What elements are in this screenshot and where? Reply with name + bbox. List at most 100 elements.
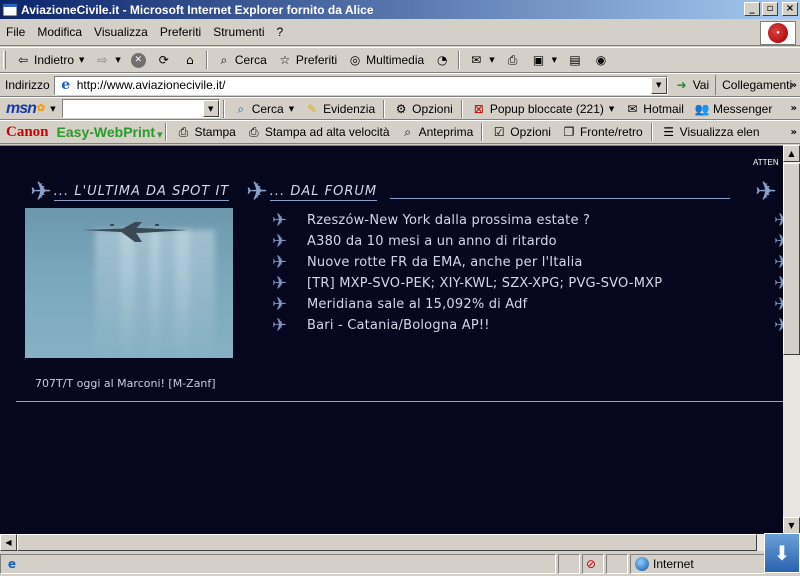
chevron-down-icon[interactable]: ▼ [115,56,120,64]
chevron-more-icon[interactable]: » [791,127,797,138]
highlighter-icon: ✎ [307,101,318,116]
next-column-bullets: ✈ ✈ ✈ ✈ ✈ ✈ [774,210,783,336]
forward-button[interactable]: ⇨ ▼ [89,49,125,71]
menu-modifica[interactable]: Modifica [31,25,88,39]
forum-topic-link[interactable]: A380 da 10 mesi a un anno di ritardo [307,234,557,249]
chevron-more-icon[interactable]: » [791,103,797,114]
chevron-down-icon[interactable]: ▼ [289,105,294,113]
chevron-down-icon[interactable]: ▼ [552,56,557,64]
chevron-down-icon[interactable]: ▼ [489,56,494,64]
refresh-button[interactable]: ⟳ [151,49,177,71]
scroll-left-button[interactable]: ◀ [0,534,17,551]
forum-section-title: ... Dal Forum [269,183,378,201]
edit-button[interactable]: ▣ ▼ [526,49,562,71]
title-bar[interactable]: AviazioneCivile.it - Microsoft Internet … [0,0,800,19]
messenger-label: Messenger [712,101,773,116]
address-input[interactable]: e http://www.aviazionecivile.it/ ▼ [53,75,668,95]
easy-webprint-menu[interactable]: Easy-WebPrint ▼ [57,124,163,140]
chevron-down-icon[interactable]: ▼ [79,56,84,64]
maximize-button[interactable]: ▫ [762,2,778,16]
toolbar-separator [458,51,461,69]
chevron-down-icon[interactable]: ▼ [50,105,55,113]
horizontal-scrollbar[interactable]: ◀ ▶ [0,534,783,551]
back-button[interactable]: ⇦ Indietro ▼ [10,49,89,71]
address-url[interactable]: http://www.aviazionecivile.it/ [77,78,226,92]
print-button[interactable]: ⎙ [500,49,526,71]
airplane-bullet-icon: ✈ [272,209,288,231]
go-button[interactable]: ➜ Vai [668,75,715,95]
msn-options-button[interactable]: ⚙ Opzioni [388,98,458,120]
popup-blocker-button[interactable]: ⊠ Popup bloccate (221) ▼ [466,98,619,120]
forum-topic-link[interactable]: Rzeszów-New York dalla prossima estate ? [307,213,590,228]
forum-topic-item[interactable]: ✈ Nuove rotte FR da EMA, anche per l'Ital… [272,252,662,273]
spot-section-header: ✈ ... L'ultima da Spot it [30,179,230,205]
forum-topic-link[interactable]: Meridiana sale al 15,092% di Adf [307,297,527,312]
horizontal-scroll-thumb[interactable] [17,534,757,551]
messenger-toolbar-button[interactable]: 👥 Messenger [689,98,777,120]
menu-preferiti[interactable]: Preferiti [154,25,207,39]
vertical-scrollbar[interactable]: ▲ ▼ [783,145,800,534]
mail-button[interactable]: ✉ ▼ [463,49,499,71]
favorites-label: Preferiti [295,53,338,67]
messenger-button[interactable]: ◉ [588,49,614,71]
forum-topic-item[interactable]: ✈ A380 da 10 mesi a un anno di ritardo [272,231,662,252]
media-button[interactable]: ◎ Multimedia [342,49,429,71]
home-button[interactable]: ⌂ [177,49,203,71]
msn-search-input[interactable]: ▼ [61,99,220,118]
search-button[interactable]: ⌕ Cerca [211,49,272,71]
chevron-more-icon[interactable]: » [791,80,797,91]
preview-label: Anteprima [418,125,474,139]
forum-topic-item[interactable]: ✈ Meridiana sale al 15,092% di Adf [272,294,662,315]
spot-caption-link[interactable]: 707T/T oggi al Marconi! [M-Zanf] [35,377,216,390]
status-cell-privacy[interactable]: ⊘ [582,553,604,574]
airplane-bullet-icon: ✈ [774,294,783,315]
download-arrow-icon[interactable]: ⬇ [764,533,800,573]
airplane-bullet-icon: ✈ [774,273,783,294]
forum-topic-item[interactable]: ✈ Rzeszów-New York dalla prossima estate … [272,210,662,231]
preview-button[interactable]: ⌕ Anteprima [395,121,479,143]
forum-topic-link[interactable]: Nuove rotte FR da EMA, anche per l'Itali… [307,255,583,270]
highlight-button[interactable]: ✎ Evidenzia [299,98,380,120]
security-zone[interactable]: Internet [630,553,765,574]
address-dropdown-button[interactable]: ▼ [650,76,667,94]
forum-topic-link[interactable]: Bari - Catania/Bologna AP!! [307,318,490,333]
scroll-down-button[interactable]: ▼ [783,517,800,534]
status-cell-blank [558,553,580,574]
menu-help[interactable]: ? [271,25,290,39]
chevron-down-icon[interactable]: ▼ [609,105,614,113]
spot-section-title: ... L'ultima da Spot it [53,183,230,201]
messenger-buddy-icon: 👥 [694,101,710,116]
canon-options-button[interactable]: ☑ Opzioni [486,121,556,143]
airplane-bullet-icon: ✈ [272,230,288,252]
airplane-bullet-icon: ✈ [774,315,783,336]
spot-photo[interactable] [25,208,233,358]
forum-topic-item[interactable]: ✈ [TR] MXP-SVO-PEK; XIY-KWL; SZX-XPG; PVG… [272,273,662,294]
airplane-icon: ✈ [755,177,777,207]
toolbar-separator [460,99,463,118]
canon-print-button[interactable]: ⎙ Stampa [170,121,240,143]
msn-search-button[interactable]: ⌕ Cerca ▼ [228,98,299,120]
close-button[interactable]: × [782,2,798,16]
scroll-up-button[interactable]: ▲ [783,145,800,162]
chevron-down-icon: ▼ [157,131,163,139]
menu-visualizza[interactable]: Visualizza [88,25,154,39]
vertical-scroll-thumb[interactable] [783,163,800,355]
fast-print-button[interactable]: ⎙ Stampa ad alta velocità [241,121,395,143]
msn-logo[interactable]: msn ✿ [0,100,45,118]
forum-topic-link[interactable]: [TR] MXP-SVO-PEK; XIY-KWL; SZX-XPG; PVG-… [307,276,662,291]
toolbar-separator [222,99,225,118]
duplex-button[interactable]: ❐ Fronte/retro [556,121,648,143]
address-toolbar: Indirizzo e http://www.aviazionecivile.i… [0,73,800,97]
forum-topic-item[interactable]: ✈ Bari - Catania/Bologna AP!! [272,315,662,336]
menu-strumenti[interactable]: Strumenti [207,25,270,39]
menu-file[interactable]: File [0,25,31,39]
stop-button[interactable]: ✕ [126,49,151,71]
view-list-button[interactable]: ☰ Visualizza elen [656,121,765,143]
history-button[interactable]: ◔ [429,49,455,71]
minimize-button[interactable]: _ [744,2,760,16]
links-button[interactable]: Collegamenti [715,75,792,95]
msn-search-dropdown[interactable]: ▼ [202,100,219,117]
hotmail-button[interactable]: ✉ Hotmail [619,98,689,120]
favorites-button[interactable]: ☆ Preferiti [272,49,342,71]
discuss-button[interactable]: ▤ [562,49,588,71]
